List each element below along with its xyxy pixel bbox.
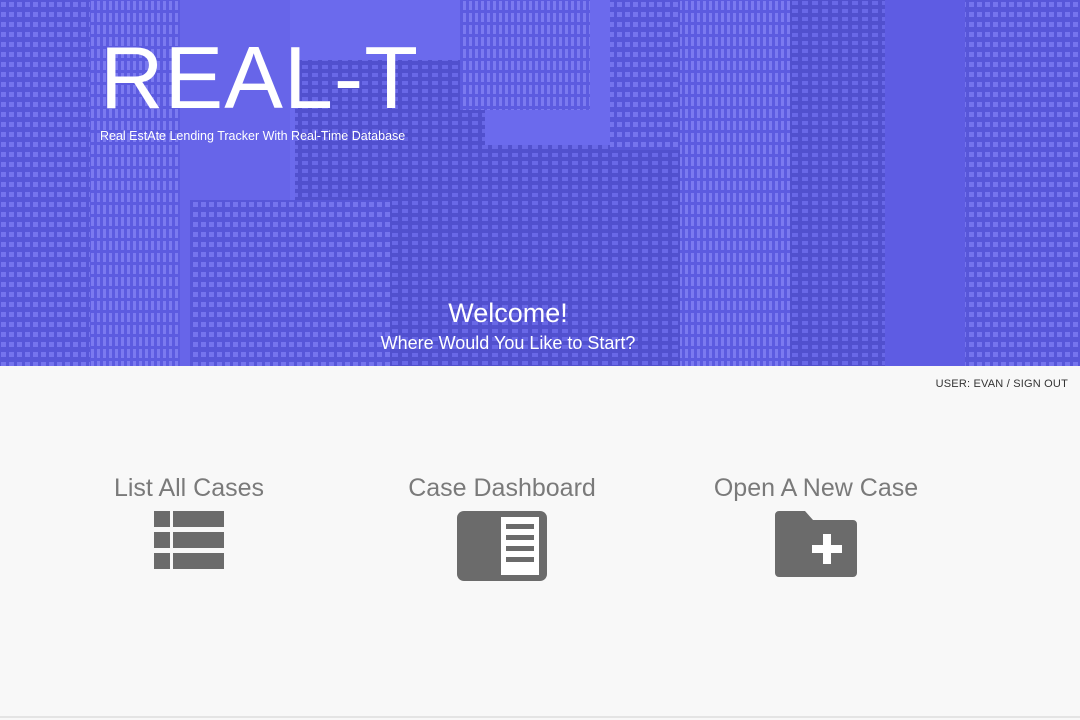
case-dashboard-label: Case Dashboard: [408, 474, 596, 502]
bottom-divider: [0, 716, 1080, 718]
open-new-case-option[interactable]: Open A New Case: [706, 476, 926, 577]
dashboard-icon[interactable]: [457, 511, 547, 581]
brand-subtitle: Real EstAte Lending Tracker With Real-Ti…: [100, 129, 406, 143]
hero-banner: REAL-T Real EstAte Lending Tracker With …: [0, 0, 1080, 366]
welcome-prompt: Where Would You Like to Start?: [380, 333, 636, 353]
case-dashboard-option[interactable]: Case Dashboard: [402, 476, 602, 581]
user-bar: USER: EVAN / SIGN OUT: [936, 378, 1068, 390]
list-all-cases-label: List All Cases: [113, 474, 265, 502]
open-new-case-label: Open A New Case: [713, 474, 919, 502]
new-folder-icon[interactable]: [775, 511, 857, 577]
list-icon[interactable]: [154, 511, 224, 569]
list-all-cases-option[interactable]: List All Cases: [104, 476, 274, 569]
brand-title: REAL-T: [100, 28, 419, 127]
current-user-label: USER: EVAN: [935, 378, 1004, 390]
sign-out-link[interactable]: SIGN OUT: [1013, 378, 1068, 390]
user-bar-separator: /: [1003, 378, 1014, 390]
welcome-heading: Welcome!: [448, 298, 568, 328]
